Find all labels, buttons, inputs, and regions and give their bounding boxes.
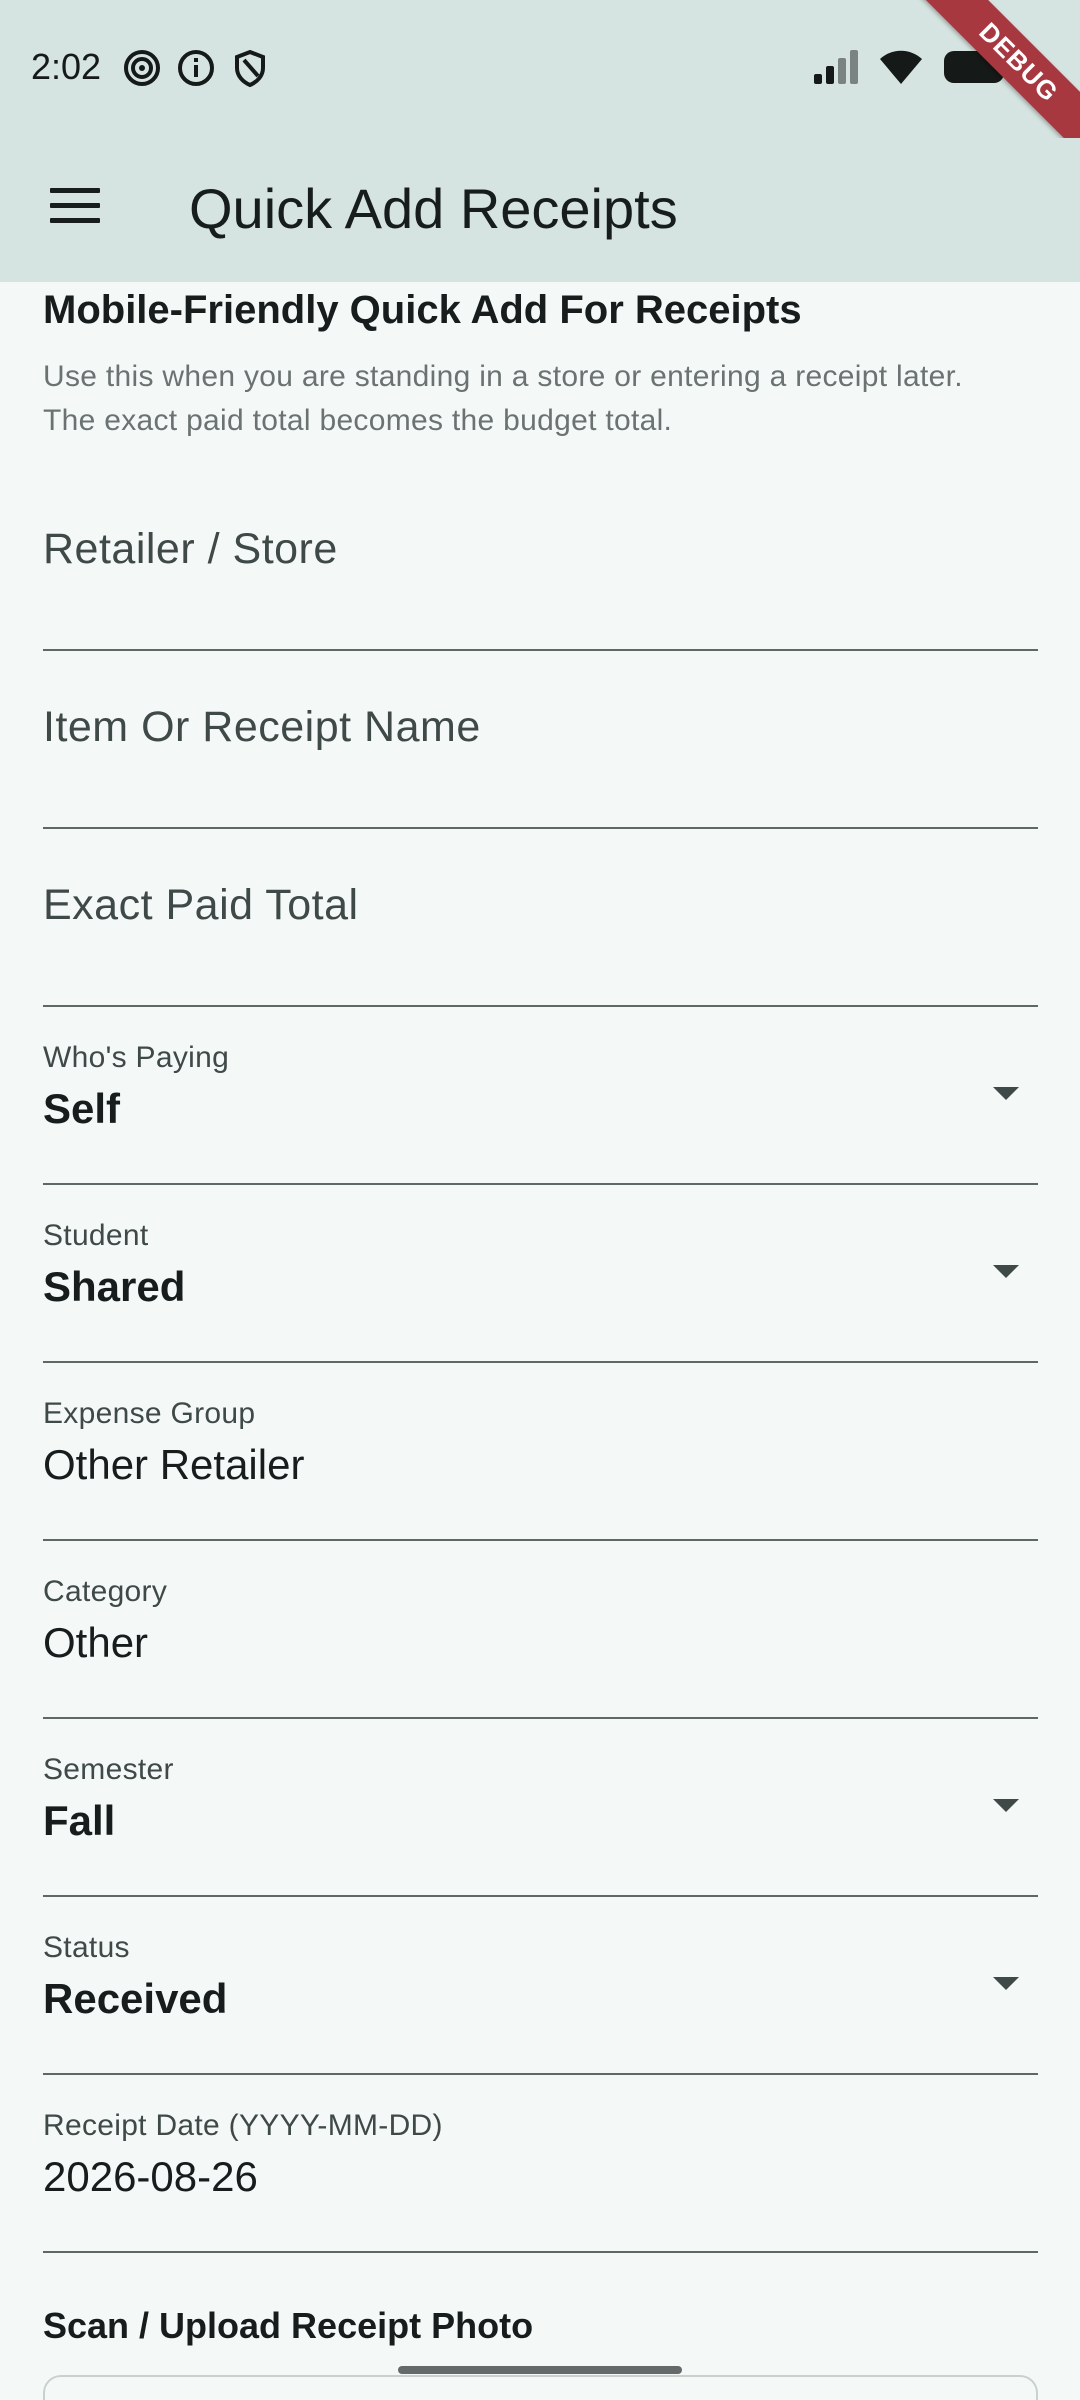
quick-add-form: Mobile-Friendly Quick Add For Receipts U…: [43, 282, 1038, 2400]
status-bar: 2:02: [0, 0, 1080, 138]
semester-dropdown[interactable]: Semester Fall: [43, 1719, 1038, 1897]
receipt-date-label: Receipt Date (YYYY-MM-DD): [43, 2109, 443, 2142]
page-title: Quick Add Receipts: [189, 177, 678, 240]
spiral-icon: [122, 48, 162, 88]
description-line-1: Use this when you are standing in a stor…: [43, 360, 963, 393]
item-name-placeholder: Item Or Receipt Name: [43, 703, 481, 751]
semester-value: Fall: [43, 1797, 116, 1844]
caret-down-icon: [993, 1265, 1019, 1278]
item-name-input[interactable]: Item Or Receipt Name: [43, 651, 1038, 829]
semester-label: Semester: [43, 1753, 174, 1786]
caret-down-icon: [993, 1799, 1019, 1812]
expense-group-value: Other Retailer: [43, 1441, 305, 1488]
status-label: Status: [43, 1931, 130, 1964]
student-value: Shared: [43, 1263, 186, 1310]
category-label: Category: [43, 1575, 168, 1608]
retailer-input[interactable]: Retailer / Store: [43, 473, 1038, 651]
home-indicator[interactable]: [398, 2366, 682, 2374]
scan-upload-title: Scan / Upload Receipt Photo: [43, 2305, 534, 2346]
section-title: Mobile-Friendly Quick Add For Receipts: [43, 288, 802, 332]
receipt-date-input[interactable]: Receipt Date (YYYY-MM-DD) 2026-08-26: [43, 2075, 1038, 2253]
student-dropdown[interactable]: Student Shared: [43, 1185, 1038, 1363]
info-icon: [176, 48, 216, 88]
category-value: Other: [43, 1619, 149, 1666]
hamburger-menu-icon[interactable]: [42, 188, 106, 232]
receipt-date-value: 2026-08-26: [43, 2153, 258, 2200]
student-label: Student: [43, 1219, 149, 1252]
who-paying-label: Who's Paying: [43, 1041, 230, 1074]
paid-total-input[interactable]: Exact Paid Total: [43, 829, 1038, 1007]
signal-icon: [812, 48, 860, 91]
caret-down-icon: [993, 1977, 1019, 1990]
description-line-2: The exact paid total becomes the budget …: [43, 404, 673, 437]
status-time: 2:02: [31, 46, 102, 87]
who-paying-value: Self: [43, 1085, 121, 1132]
status-dropdown[interactable]: Status Received: [43, 1897, 1038, 2075]
wifi-icon: [878, 48, 924, 91]
expense-group-input[interactable]: Expense Group Other Retailer: [43, 1363, 1038, 1541]
receipt-photo-upload-area[interactable]: [43, 2375, 1038, 2400]
expense-group-label: Expense Group: [43, 1397, 256, 1430]
app-bar: Quick Add Receipts: [0, 138, 1080, 282]
who-paying-dropdown[interactable]: Who's Paying Self: [43, 1007, 1038, 1185]
section-description: Use this when you are standing in a stor…: [43, 355, 1038, 443]
shield-icon: [230, 48, 270, 88]
category-input[interactable]: Category Other: [43, 1541, 1038, 1719]
status-icons-left: [122, 48, 270, 88]
caret-down-icon: [993, 1087, 1019, 1100]
status-value: Received: [43, 1975, 228, 2022]
retailer-placeholder: Retailer / Store: [43, 525, 338, 573]
paid-total-placeholder: Exact Paid Total: [43, 881, 359, 929]
